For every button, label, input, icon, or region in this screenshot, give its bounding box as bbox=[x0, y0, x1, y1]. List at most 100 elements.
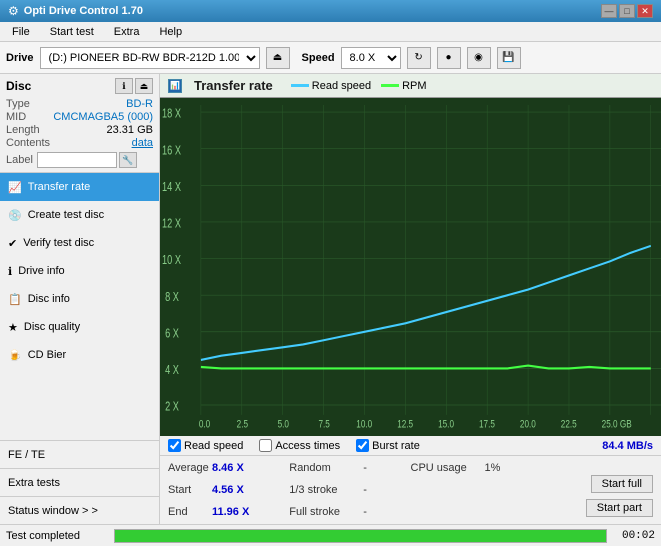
stats-col-3: CPU usage 1% bbox=[411, 458, 532, 522]
svg-text:2.5: 2.5 bbox=[237, 418, 249, 431]
start-label: Start bbox=[168, 484, 208, 496]
disc-eject-btn[interactable]: ⏏ bbox=[135, 78, 153, 94]
nav-status-window[interactable]: Status window > > bbox=[0, 496, 159, 524]
burst-rate-checkbox[interactable] bbox=[356, 439, 369, 452]
average-row: Average 8.46 X bbox=[168, 458, 289, 478]
disc-button[interactable]: ◉ bbox=[467, 47, 491, 69]
start-part-button[interactable]: Start part bbox=[586, 499, 653, 517]
menu-start-test[interactable]: Start test bbox=[42, 24, 102, 40]
random-value: - bbox=[363, 462, 383, 474]
start-full-row: Start full bbox=[591, 474, 653, 494]
label-input[interactable] bbox=[37, 152, 117, 168]
nav-cd-bier[interactable]: 🍺 CD Bier bbox=[0, 341, 159, 369]
contents-label: Contents bbox=[6, 137, 50, 149]
read-speed-cb-label: Read speed bbox=[184, 440, 243, 452]
svg-text:25.0 GB: 25.0 GB bbox=[602, 418, 632, 431]
start-part-row: Start part bbox=[586, 498, 653, 518]
legend-read-speed: Read speed bbox=[291, 80, 371, 92]
end-value: 11.96 X bbox=[212, 506, 257, 518]
menu-file[interactable]: File bbox=[4, 24, 38, 40]
nav-drive-info[interactable]: ℹ Drive info bbox=[0, 257, 159, 285]
chart-svg: 18 X 16 X 14 X 12 X 10 X 8 X 6 X 4 X 2 X… bbox=[160, 98, 661, 436]
app-title: Opti Drive Control 1.70 bbox=[24, 5, 143, 17]
eject-button[interactable]: ⏏ bbox=[266, 47, 290, 69]
stats-col-1: Average 8.46 X Start 4.56 X End 11.96 X bbox=[168, 458, 289, 522]
full-stroke-label: Full stroke bbox=[289, 506, 359, 518]
burst-rate-cb-label: Burst rate bbox=[372, 440, 420, 452]
menu-bar: File Start test Extra Help bbox=[0, 22, 661, 42]
disc-section-label: Disc bbox=[6, 79, 31, 93]
fe-te-label: FE / TE bbox=[8, 449, 45, 461]
svg-text:8 X: 8 X bbox=[165, 291, 179, 305]
svg-text:17.5: 17.5 bbox=[479, 418, 495, 431]
minimize-button[interactable]: — bbox=[601, 4, 617, 18]
legend-read-speed-label: Read speed bbox=[312, 80, 371, 92]
svg-text:18 X: 18 X bbox=[162, 107, 181, 121]
disc-info-btn[interactable]: ℹ bbox=[115, 78, 133, 94]
menu-extra[interactable]: Extra bbox=[106, 24, 148, 40]
nav-disc-info[interactable]: 📋 Disc info bbox=[0, 285, 159, 313]
transfer-rate-icon: 📈 bbox=[8, 181, 22, 194]
status-window-label: Status window > > bbox=[8, 505, 98, 517]
status-text: Test completed bbox=[6, 530, 106, 542]
start-value: 4.56 X bbox=[212, 484, 257, 496]
access-times-checkbox[interactable] bbox=[259, 439, 272, 452]
length-value: 23.31 GB bbox=[107, 124, 153, 136]
nav-create-test-disc[interactable]: 💿 Create test disc bbox=[0, 201, 159, 229]
svg-text:10.0: 10.0 bbox=[356, 418, 372, 431]
sidebar: Disc ℹ ⏏ Type BD-R MID CMCMAGBA5 (000) L… bbox=[0, 74, 160, 524]
read-speed-checkbox-item: Read speed bbox=[168, 439, 243, 452]
average-value: 8.46 X bbox=[212, 462, 257, 474]
progress-fill bbox=[115, 530, 606, 542]
full-stroke-value: - bbox=[363, 506, 383, 518]
cd-bier-icon: 🍺 bbox=[8, 349, 22, 362]
svg-text:2 X: 2 X bbox=[165, 400, 179, 414]
stroke-1-3-value: - bbox=[363, 484, 383, 496]
legend-rpm: RPM bbox=[381, 80, 426, 92]
type-value: BD-R bbox=[126, 98, 153, 110]
nav-extra-tests[interactable]: Extra tests bbox=[0, 468, 159, 496]
close-button[interactable]: ✕ bbox=[637, 4, 653, 18]
menu-help[interactable]: Help bbox=[151, 24, 190, 40]
content-panel: 📊 Transfer rate Read speed RPM bbox=[160, 74, 661, 524]
end-label: End bbox=[168, 506, 208, 518]
nav-transfer-rate[interactable]: 📈 Transfer rate bbox=[0, 173, 159, 201]
maximize-button[interactable]: □ bbox=[619, 4, 635, 18]
nav-verify-test-disc[interactable]: ✔ Verify test disc bbox=[0, 229, 159, 257]
progress-track bbox=[114, 529, 607, 543]
svg-text:15.0: 15.0 bbox=[438, 418, 454, 431]
svg-text:0.0: 0.0 bbox=[199, 418, 211, 431]
length-label: Length bbox=[6, 124, 40, 136]
refresh-button[interactable]: ↻ bbox=[407, 47, 431, 69]
nav-fe-te[interactable]: FE / TE bbox=[0, 440, 159, 468]
save-button[interactable]: 💾 bbox=[497, 47, 521, 69]
contents-value[interactable]: data bbox=[132, 137, 153, 149]
stats-col-4: Start full Start part bbox=[532, 458, 653, 522]
extra-tests-label: Extra tests bbox=[8, 477, 60, 489]
drive-select[interactable]: (D:) PIONEER BD-RW BDR-212D 1.00 bbox=[40, 47, 260, 69]
transfer-rate-label: Transfer rate bbox=[28, 181, 91, 193]
svg-text:10 X: 10 X bbox=[162, 254, 181, 268]
svg-text:22.5: 22.5 bbox=[561, 418, 577, 431]
stroke-1-3-row: 1/3 stroke - bbox=[289, 480, 410, 500]
time-display: 00:02 bbox=[615, 530, 655, 542]
checkboxes-row: Read speed Access times Burst rate 84.4 … bbox=[160, 436, 661, 456]
read-speed-checkbox[interactable] bbox=[168, 439, 181, 452]
speed-select[interactable]: 8.0 X bbox=[341, 47, 401, 69]
disc-info-icon: 📋 bbox=[8, 293, 22, 306]
random-row: Random - bbox=[289, 458, 410, 478]
disc-quality-icon: ★ bbox=[8, 321, 18, 334]
label-text: Label bbox=[6, 154, 33, 166]
nav-disc-quality[interactable]: ★ Disc quality bbox=[0, 313, 159, 341]
burn-button[interactable]: ● bbox=[437, 47, 461, 69]
create-test-disc-label: Create test disc bbox=[28, 209, 104, 221]
label-set-btn[interactable]: 🔧 bbox=[119, 152, 137, 168]
stats-col-2: Random - 1/3 stroke - Full stroke - bbox=[289, 458, 410, 522]
disc-info-label: Disc info bbox=[28, 293, 70, 305]
svg-text:12 X: 12 X bbox=[162, 217, 181, 231]
disc-quality-label: Disc quality bbox=[24, 321, 80, 333]
start-full-button[interactable]: Start full bbox=[591, 475, 653, 493]
legend-rpm-label: RPM bbox=[402, 80, 426, 92]
read-speed-color bbox=[291, 84, 309, 87]
average-label: Average bbox=[168, 462, 208, 474]
